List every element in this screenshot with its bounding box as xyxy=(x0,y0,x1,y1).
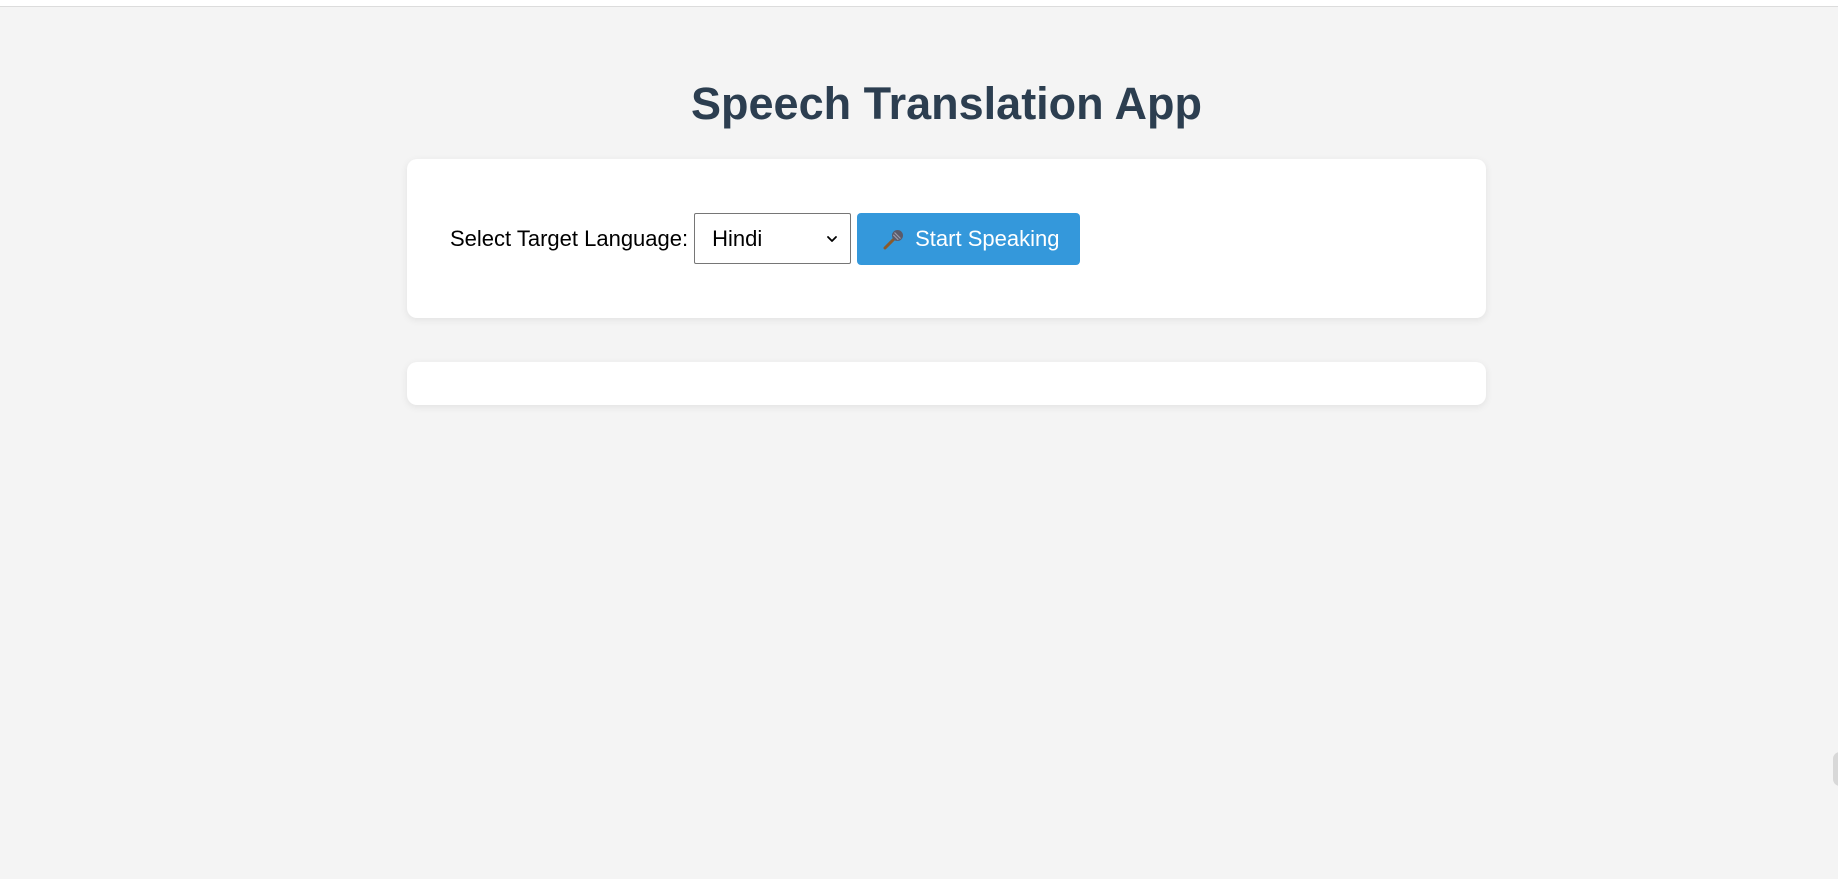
page-title: Speech Translation App xyxy=(691,78,1202,129)
controls-card: Select Target Language: Hindi Start Spea… xyxy=(407,159,1486,318)
start-speaking-button[interactable]: Start Speaking xyxy=(857,212,1081,265)
chevron-down-icon xyxy=(826,233,838,245)
top-edge-bar xyxy=(0,0,1838,7)
target-language-label: Select Target Language: xyxy=(450,225,689,251)
controls-row: Select Target Language: Hindi Start Spea… xyxy=(450,212,1081,265)
start-speaking-label: Start Speaking xyxy=(915,225,1060,251)
target-language-select[interactable]: Hindi xyxy=(694,213,852,264)
edge-widget-handle[interactable] xyxy=(1833,752,1838,786)
translation-output-card xyxy=(407,362,1486,405)
target-language-selected-value: Hindi xyxy=(712,225,763,251)
microphone-icon xyxy=(881,226,907,252)
